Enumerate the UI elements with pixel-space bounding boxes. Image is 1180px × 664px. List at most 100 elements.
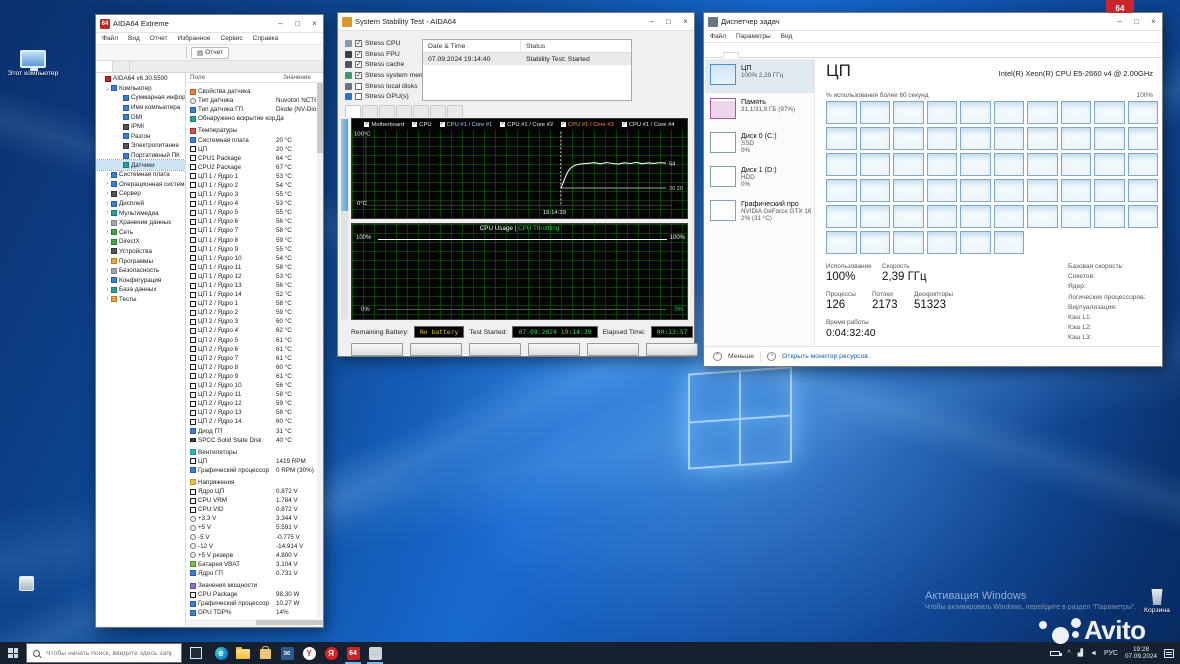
sidebar-device-item[interactable]: Графический про NVIDIA GeForce GTX 16 2%…	[705, 195, 814, 229]
menu-item[interactable]: Файл	[98, 35, 122, 42]
tm-tab[interactable]	[723, 52, 739, 58]
stress-checkbox[interactable]	[355, 93, 362, 101]
tree-item[interactable]: Электропитание	[96, 141, 185, 151]
tree-item[interactable]: › Сервер	[96, 189, 185, 199]
taskbar-app-mail[interactable]: ✉	[276, 642, 298, 664]
taskbar-app-yandex[interactable]: Y	[298, 642, 320, 664]
less-details-link[interactable]: Меньше	[728, 353, 754, 360]
stress-checkbox[interactable]: ✓	[355, 39, 362, 47]
sensor-row[interactable]: ЦП 2 / Ядро 10 56 °C	[190, 381, 316, 390]
tree-item[interactable]: › Мультимедиа	[96, 208, 185, 218]
sst-tab[interactable]	[447, 105, 463, 117]
expand-arrow-icon[interactable]: ›	[104, 191, 111, 197]
tree-item[interactable]: Портативный ПК	[96, 151, 185, 161]
sst-tab[interactable]	[379, 105, 395, 117]
sensor-row[interactable]: Вентиляторы	[190, 448, 316, 457]
sensor-row[interactable]: Ядро ГП 0.731 V	[190, 569, 316, 578]
stress-option-row[interactable]: ✓ Stress FPU	[345, 49, 434, 60]
taskbar-app-yandex-browser[interactable]: Я	[320, 642, 342, 664]
expand-arrow-icon[interactable]: ›	[104, 201, 111, 207]
legend-checkbox[interactable]: ✓	[412, 122, 418, 127]
tree-item[interactable]: › База данных	[96, 285, 185, 295]
sensor-row[interactable]: Тип датчика ГП Diode (NV-Diode	[190, 105, 316, 114]
menu-item[interactable]: Вид	[777, 33, 797, 40]
sensor-row[interactable]: Значения мощности	[190, 581, 316, 590]
sensor-row[interactable]: ЦП 1 / Ядро 5 55 °C	[190, 208, 316, 217]
menu-item[interactable]: Сервис	[217, 35, 247, 42]
horizontal-scrollbar[interactable]	[186, 619, 323, 626]
taskbar-app-aida64[interactable]: 64	[342, 642, 364, 664]
sensor-row[interactable]: +5 V резерв 4.800 V	[190, 551, 316, 560]
expand-arrow-icon[interactable]: ›	[104, 239, 111, 245]
menu-item[interactable]: Отчет	[146, 35, 172, 42]
tree-item[interactable]: AIDA64 v6.30.5500	[96, 74, 185, 84]
log-column-datetime[interactable]: Date & Time	[423, 40, 521, 52]
menu-item[interactable]: Вид	[124, 35, 144, 42]
sensor-row[interactable]: ЦП 2 / Ядро 3 60 °C	[190, 317, 316, 326]
sensor-row[interactable]: ЦП 2 / Ядро 6 61 °C	[190, 345, 316, 354]
stress-checkbox[interactable]: ✓	[355, 61, 362, 69]
tree-item[interactable]: › Операционная система	[96, 180, 186, 190]
sensor-row[interactable]: ЦП 2 / Ядро 1 58 °C	[190, 299, 316, 308]
expand-arrow-icon[interactable]: ›	[104, 181, 111, 187]
tm-tab[interactable]	[755, 52, 771, 58]
sensor-row[interactable]: ЦП 2 / Ядро 5 61 °C	[190, 336, 316, 345]
tree-item[interactable]: › Системная плата	[96, 170, 185, 180]
sensor-row[interactable]: Графический процессор 10.27 W	[190, 599, 316, 608]
sst-tab[interactable]	[413, 105, 429, 117]
sensor-row[interactable]: Графический процессор 0 RPM (30%)	[190, 466, 316, 475]
tree-item[interactable]: › Дисплей	[96, 199, 185, 209]
expand-arrow-icon[interactable]: ⌄	[104, 85, 111, 92]
sidebar-device-item[interactable]: Память 31,1/31,9 ГБ (97%)	[705, 93, 814, 127]
taskbar-search[interactable]	[26, 643, 182, 663]
stress-option-row[interactable]: ✓ Stress cache	[345, 59, 434, 70]
tree-item[interactable]: › Программы	[96, 256, 185, 266]
legend-item[interactable]: ✓ Motherboard	[364, 122, 404, 128]
expand-arrow-icon[interactable]: ›	[104, 210, 111, 216]
expand-arrow-icon[interactable]: ›	[104, 287, 111, 293]
minimize-button[interactable]: –	[1111, 13, 1128, 30]
sensor-row[interactable]: Свойства датчика	[190, 87, 316, 96]
task-view-icon[interactable]	[190, 647, 202, 659]
menu-item[interactable]: Справка	[249, 35, 283, 42]
sensor-row[interactable]: -5 V -0.775 V	[190, 533, 316, 542]
tree-item[interactable]: Датчики	[96, 159, 185, 171]
sensor-row[interactable]: GPU TDP% 14%	[190, 608, 316, 617]
tree-item[interactable]: Имя компьютера	[96, 103, 185, 113]
nav-tab[interactable]	[113, 61, 130, 72]
sensor-row[interactable]: SPCC Solid State Disk 40 °C	[190, 436, 316, 445]
sensor-row[interactable]: CPU VRM 1.784 V	[190, 496, 316, 505]
maximize-button[interactable]: □	[289, 15, 306, 32]
taskbar-app-chat[interactable]: …	[364, 642, 386, 664]
sensor-row[interactable]: ЦП 2 / Ядро 4 62 °C	[190, 326, 316, 335]
sensor-row[interactable]: CPU Package 98.30 W	[190, 590, 316, 599]
sst-tab[interactable]	[362, 105, 378, 117]
tree-item[interactable]: DMI	[96, 112, 185, 122]
sensor-row[interactable]: ЦП 1 / Ядро 2 54 °C	[190, 181, 316, 190]
sst-button[interactable]	[469, 343, 521, 356]
minimize-button[interactable]: –	[643, 13, 660, 30]
sensor-row[interactable]: ЦП 1419 RPM	[190, 457, 316, 466]
close-button[interactable]: ×	[1145, 13, 1162, 30]
taskbar-app-explorer[interactable]	[232, 642, 254, 664]
tm-tab[interactable]	[707, 52, 723, 58]
expand-arrow-icon[interactable]: ›	[104, 277, 111, 283]
sensor-row[interactable]: +5 V 5.591 V	[190, 523, 316, 532]
open-resource-monitor-link[interactable]: Открыть монитор ресурсов	[782, 353, 868, 360]
sidebar-device-item[interactable]: Диск 1 (D:) HDD 0%	[705, 161, 814, 195]
legend-checkbox[interactable]: ✓	[561, 122, 567, 127]
sensor-row[interactable]: Батарея VBAT 3.104 V	[190, 560, 316, 569]
sensor-row[interactable]: Ядро ЦП 0.872 V	[190, 487, 316, 496]
sensor-row[interactable]: ЦП 20 °C	[190, 145, 316, 154]
sst-button[interactable]	[410, 343, 462, 356]
expand-arrow-icon[interactable]: ›	[104, 296, 111, 302]
tree-item[interactable]: › Сеть	[96, 228, 185, 238]
maximize-button[interactable]: □	[1128, 13, 1145, 30]
sst-button[interactable]	[587, 343, 639, 356]
tree-item[interactable]: IPMI	[96, 122, 185, 132]
sidebar-device-item[interactable]: ЦП 100% 2,39 ГГц	[705, 59, 814, 93]
expand-arrow-icon[interactable]: ›	[104, 172, 111, 178]
legend-item[interactable]: ✓ CPU	[412, 122, 432, 128]
tree-item[interactable]: ⌄ Компьютер	[96, 84, 185, 94]
legend-item[interactable]: ✓ CPU #1 / Core #3	[561, 122, 614, 128]
